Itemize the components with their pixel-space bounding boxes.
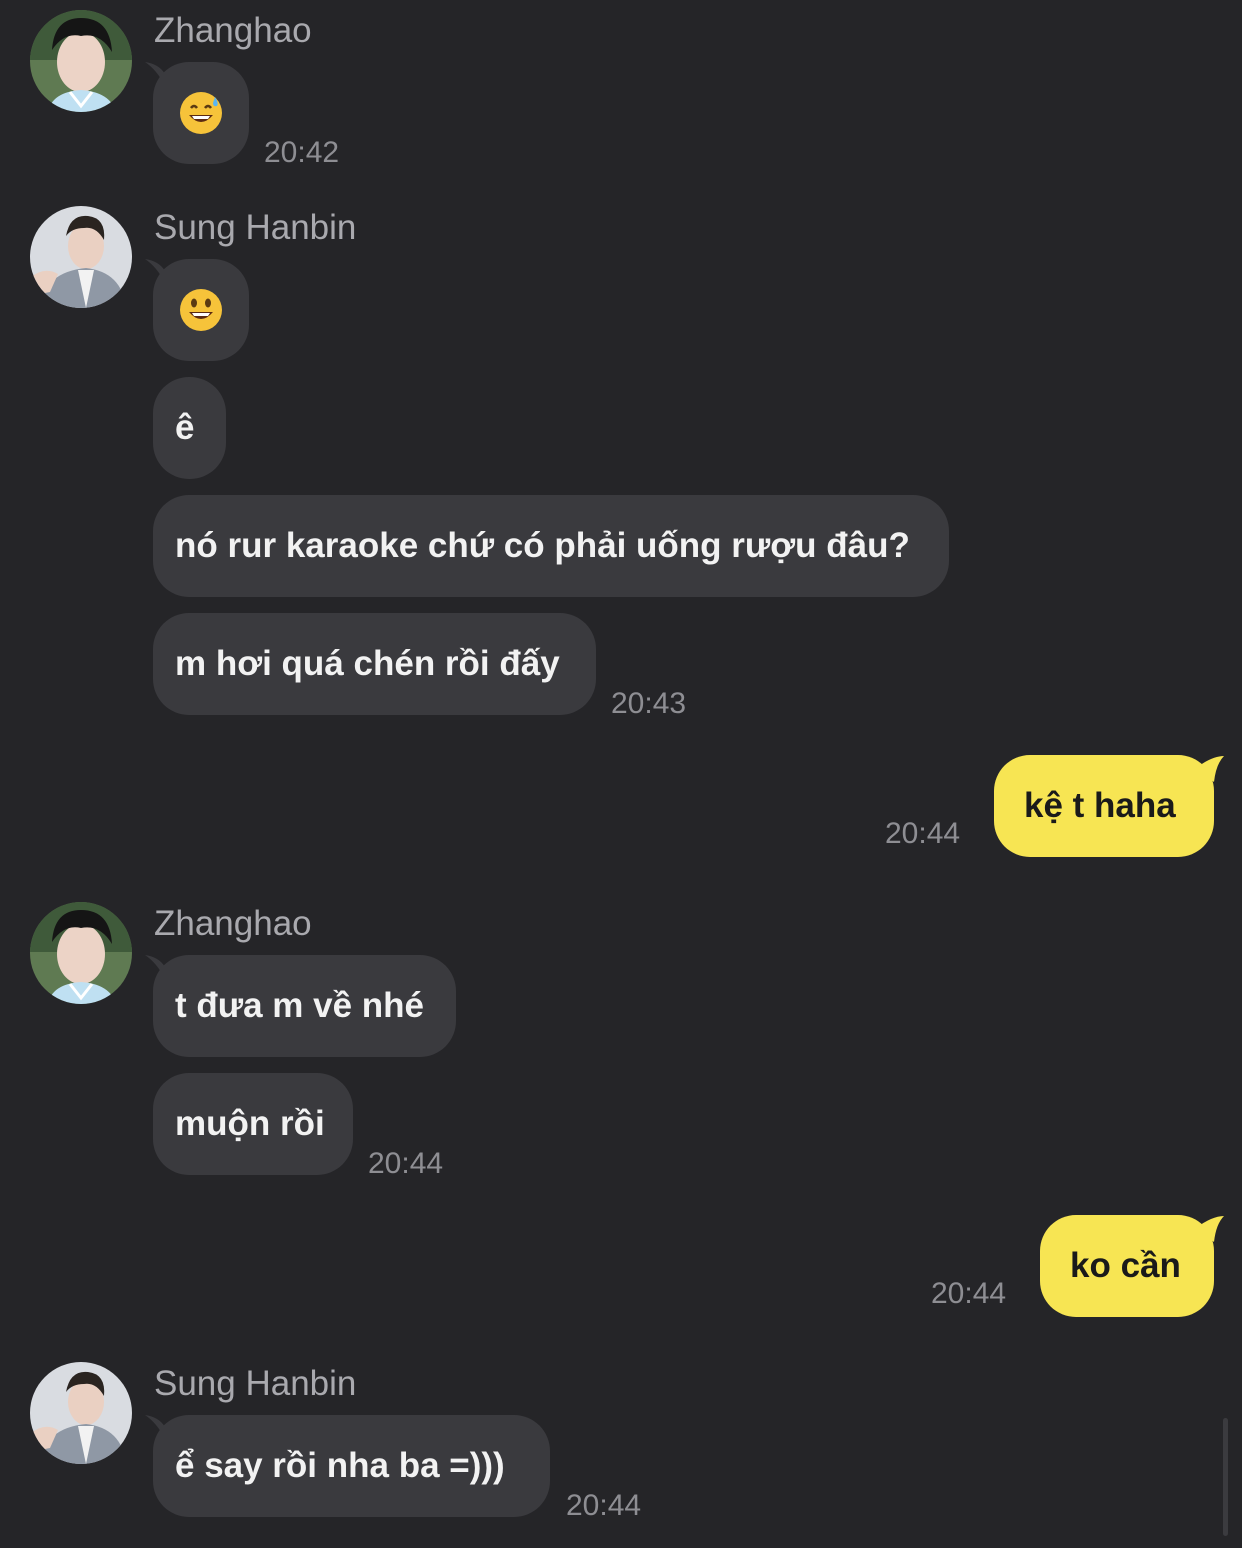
timestamp: 20:43 — [611, 687, 687, 720]
bubble-tail-outgoing — [1196, 756, 1224, 782]
avatar-zhanghao[interactable] — [30, 902, 132, 1004]
message-bubble[interactable]: m hơi quá chén rồi đấy — [153, 613, 596, 715]
sender-name: Zhanghao — [154, 904, 312, 943]
bubble-tail-outgoing — [1196, 1216, 1224, 1242]
sender-name: Sung Hanbin — [154, 1364, 357, 1403]
timestamp: 20:44 — [931, 1277, 1007, 1310]
message-bubble[interactable]: ể say rồi nha ba =))) — [153, 1415, 550, 1517]
timestamp: 20:44 — [885, 817, 961, 850]
timestamp: 20:44 — [368, 1147, 444, 1180]
avatar-zhanghao[interactable] — [30, 10, 132, 112]
message-bubble-outgoing[interactable]: ko cần — [1040, 1215, 1214, 1317]
avatar-sung-hanbin[interactable] — [30, 206, 132, 308]
sender-name: Sung Hanbin — [154, 208, 357, 247]
message-bubble-emoji[interactable] — [153, 62, 249, 164]
message-bubble[interactable]: muộn rồi — [153, 1073, 353, 1175]
sweat-smile-emoji-icon — [180, 92, 222, 134]
smile-emoji-icon — [180, 289, 222, 331]
message-bubble[interactable]: nó rur karaoke chứ có phải uống rượu đâu… — [153, 495, 949, 597]
message-bubble[interactable]: ê — [153, 377, 226, 479]
message-bubble-outgoing[interactable]: kệ t haha — [994, 755, 1214, 857]
timestamp: 20:44 — [566, 1489, 642, 1522]
scrollbar-thumb[interactable] — [1223, 1418, 1228, 1536]
message-bubble[interactable]: t đưa m về nhé — [153, 955, 456, 1057]
message-bubble-emoji[interactable] — [153, 259, 249, 361]
timestamp: 20:42 — [264, 136, 340, 169]
avatar-sung-hanbin[interactable] — [30, 1362, 132, 1464]
sender-name: Zhanghao — [154, 11, 312, 50]
